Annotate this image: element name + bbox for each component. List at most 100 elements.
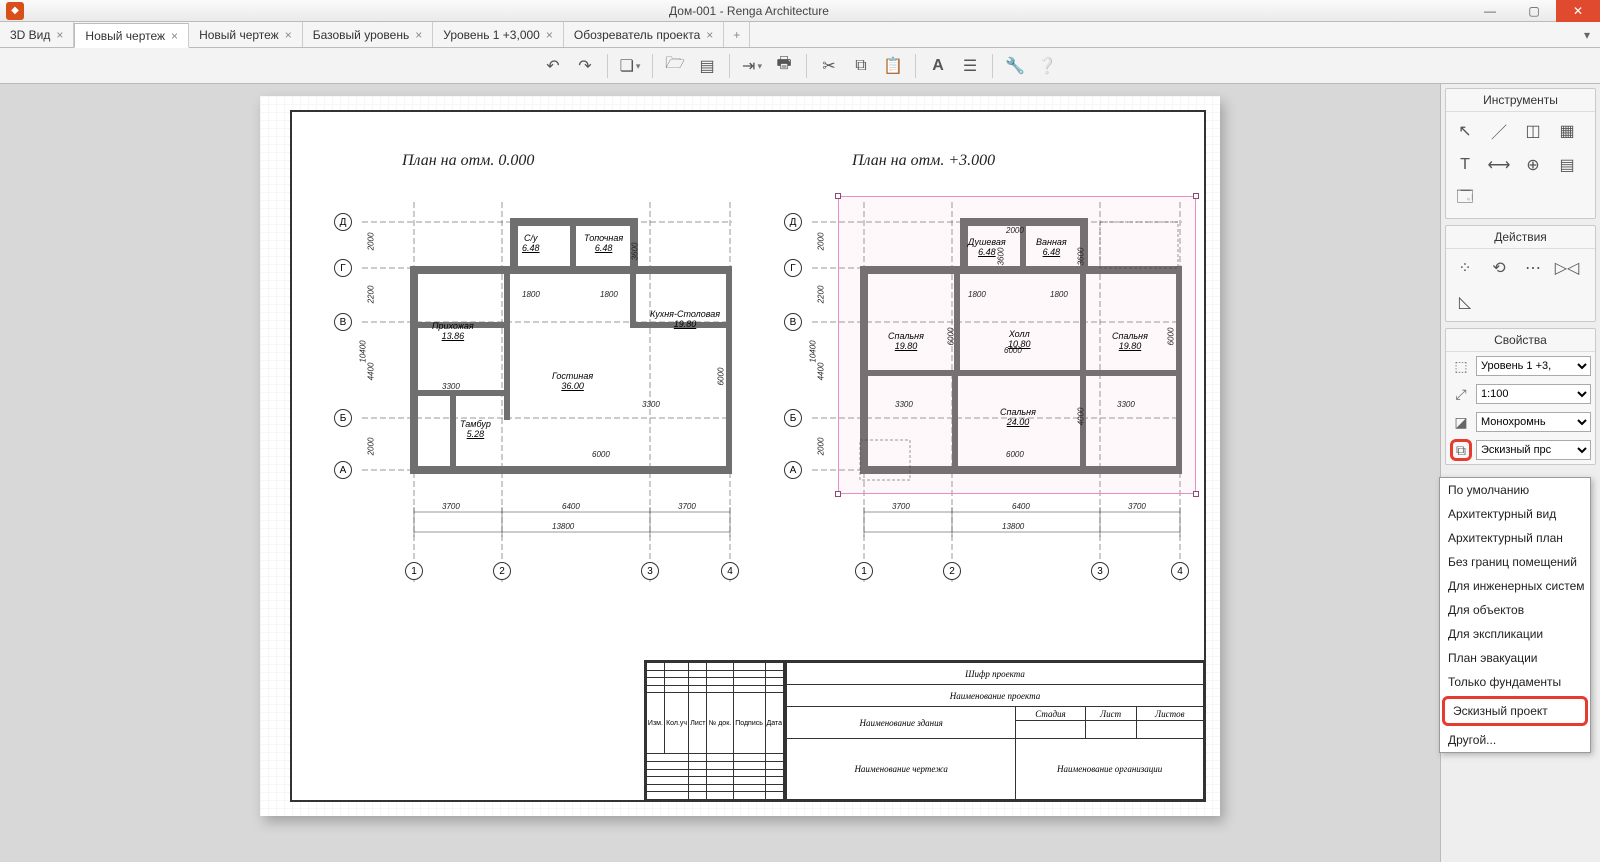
close-icon[interactable]: × [285,28,292,42]
axis-tool-icon[interactable]: ⊕ [1520,152,1546,178]
tab-new-drawing-1[interactable]: Новый чертеж × [74,23,189,48]
open-button[interactable]: 🗁 [661,52,689,80]
revision-block: Изм.Кол.уч Лист№ док. ПодписьДата [644,660,784,800]
level-icon: ⬚ [1450,355,1472,377]
panel-title: Действия [1446,226,1595,249]
tab-label: Новый чертеж [85,29,165,43]
axis-label: 4 [721,562,739,580]
print-button[interactable]: 🖶 [770,52,798,80]
title-block: Шифр проекта Наименование проекта Наимен… [784,660,1204,800]
filter-dropdown[interactable]: По умолчанию Архитектурный вид Архитекту… [1439,477,1591,753]
axis-label: 1 [405,562,423,580]
drawing-sheet: План на отм. 0.000 План на отм. +3.000 [260,96,1220,816]
axis-label: Г [334,259,352,277]
help-button[interactable]: ❔ [1033,52,1061,80]
filter-option[interactable]: По умолчанию [1440,478,1590,502]
drawing-canvas[interactable]: План на отм. 0.000 План на отм. +3.000 [0,84,1440,862]
filter-option-selected[interactable]: Эскизный проект [1442,696,1588,726]
axis-label: Г [784,259,802,277]
axis-label: 2 [493,562,511,580]
cut-button[interactable]: ✂ [815,52,843,80]
axis-label: Д [784,213,802,231]
tab-new-drawing-2[interactable]: Новый чертеж× [189,22,303,47]
tab-label: Базовый уровень [313,28,410,42]
tabsbar: 3D Вид× Новый чертеж× Новый чертеж× Базо… [0,22,1600,48]
axis-label: 4 [1171,562,1189,580]
select-tool-icon[interactable]: ↖ [1452,118,1478,144]
tab-level-1[interactable]: Уровень 1 +3,000 × [433,22,564,47]
filter-option[interactable]: Для экспликации [1440,622,1590,646]
tools-panel: Инструменты ↖ ／ ◫ ▦ T ⟷ ⊕ ▤ 🗔 [1445,88,1596,219]
tab-base-level[interactable]: Базовый уровень × [303,22,434,47]
export-button[interactable]: ⇥ [738,52,766,80]
close-button[interactable]: ✕ [1556,0,1600,22]
view-cube-button[interactable]: ❏ [616,52,644,80]
close-icon[interactable]: × [706,28,713,42]
scale-select[interactable]: 1:100 [1476,384,1591,404]
filter-option[interactable]: Для инженерных систем [1440,574,1590,598]
settings-button[interactable]: 🔧 [1001,52,1029,80]
save-button[interactable]: ▤ [693,52,721,80]
copy-button[interactable]: ⧉ [847,52,875,80]
new-tab-button[interactable]: + [724,22,750,47]
actions-panel: Действия ⁘ ⟲ ⋯ ▷◁ ◺ [1445,225,1596,322]
trim-action-icon[interactable]: ◺ [1452,289,1478,315]
visual-style-icon: ◪ [1450,411,1472,433]
filter-icon: ⧉ [1450,439,1472,461]
tab-label: Уровень 1 +3,000 [443,28,540,42]
rotate-action-icon[interactable]: ⟲ [1486,255,1512,281]
filter-option[interactable]: Только фундаменты [1440,670,1590,694]
filter-option[interactable]: Для объектов [1440,598,1590,622]
frame-tool-icon[interactable]: 🗔 [1452,186,1478,212]
properties-button[interactable]: ☰ [956,52,984,80]
axis-label: А [784,461,802,479]
plan2-title: План на отм. +3.000 [852,152,995,170]
filter-option[interactable]: План эвакуации [1440,646,1590,670]
axis-label: А [334,461,352,479]
axis-label: 1 [855,562,873,580]
plan1-title: План на отм. 0.000 [402,152,534,170]
main-toolbar: ↶ ↷ ❏ 🗁 ▤ ⇥ 🖶 ✂ ⧉ 📋 A ☰ 🔧 ❔ [0,48,1600,84]
move-action-icon[interactable]: ⁘ [1452,255,1478,281]
filter-option[interactable]: Архитектурный план [1440,526,1590,550]
axis-label: Б [334,409,352,427]
axis-label: 2 [943,562,961,580]
paste-button[interactable]: 📋 [879,52,907,80]
close-icon[interactable]: × [415,28,422,42]
filter-option[interactable]: Другой... [1440,728,1590,752]
panel-title: Свойства [1446,329,1595,352]
level-select[interactable]: Уровень 1 +3, [1476,356,1591,376]
filter-option[interactable]: Архитектурный вид [1440,502,1590,526]
scale-icon: ⤢ [1450,383,1472,405]
table-tool-icon[interactable]: ▤ [1554,152,1580,178]
line-tool-icon[interactable]: ／ [1486,118,1512,144]
tab-3d-view[interactable]: 3D Вид× [0,22,74,47]
shape-tool-icon[interactable]: ◫ [1520,118,1546,144]
text-style-button[interactable]: A [924,52,952,80]
app-icon: ◆ [6,2,24,20]
axis-label: Д [334,213,352,231]
redo-button[interactable]: ↷ [571,52,599,80]
properties-panel: Свойства ⬚ Уровень 1 +3, ⤢ 1:100 ◪ Монох… [1445,328,1596,465]
close-icon[interactable]: × [171,29,178,43]
array-action-icon[interactable]: ⋯ [1520,255,1546,281]
minimize-button[interactable]: — [1468,0,1512,22]
visual-style-select[interactable]: Монохромнь [1476,412,1591,432]
hatch-tool-icon[interactable]: ▦ [1554,118,1580,144]
text-tool-icon[interactable]: T [1452,152,1478,178]
tab-project-browser[interactable]: Обозреватель проекта× [564,22,724,47]
close-icon[interactable]: × [56,28,63,42]
window-title: Дом-001 - Renga Architecture [30,4,1468,18]
mirror-action-icon[interactable]: ▷◁ [1554,255,1580,281]
axis-label: 3 [641,562,659,580]
titlebar: ◆ Дом-001 - Renga Architecture — ▢ ✕ [0,0,1600,22]
tabs-overflow-button[interactable]: ▾ [1574,22,1600,47]
filter-option[interactable]: Без границ помещений [1440,550,1590,574]
floorplan-2: Д Г В Б А 1 2 3 4 Душевая6.48 Ванная6.48… [782,182,1182,582]
dimension-tool-icon[interactable]: ⟷ [1486,152,1512,178]
filter-select[interactable]: Эскизный прс [1476,440,1591,460]
close-icon[interactable]: × [546,28,553,42]
axis-label: Б [784,409,802,427]
undo-button[interactable]: ↶ [539,52,567,80]
maximize-button[interactable]: ▢ [1512,0,1556,22]
